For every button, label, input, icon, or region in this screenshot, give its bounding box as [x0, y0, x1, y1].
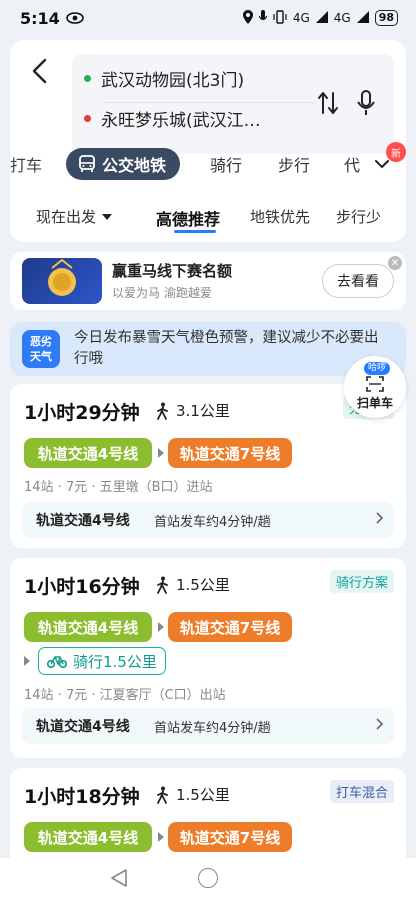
nav-home-button[interactable]: [198, 868, 218, 888]
chevron-right-icon: [376, 512, 384, 528]
metro-line-4-pill: 轨道交通4号线: [24, 438, 152, 468]
promo-title: 赢重马线下赛名额: [112, 262, 233, 280]
depart-time-label: 现在出发: [36, 208, 97, 226]
departure-frequency: 首站发车约4分钟/趟: [154, 720, 271, 736]
weather-warning-text: 今日发布暴雪天气橙色预警，建议减少不必要出行哦: [74, 330, 379, 367]
route-meta: 14站 · 7元 · 江夏客厅（C口）出站: [24, 688, 226, 703]
scan-bike-label: 扫单车: [356, 396, 393, 410]
battery-indicator: 98: [374, 10, 398, 26]
status-time: 5:14: [20, 8, 60, 28]
travel-mode-tabs: 打车 公交地铁 骑行 步行 代 新: [10, 142, 406, 184]
back-button[interactable]: [24, 56, 54, 86]
new-badge: 新: [386, 142, 406, 162]
route-divider: [102, 102, 316, 103]
route-input-box: 武汉动物园(北3门) 永旺梦乐城(武汉江…: [72, 54, 394, 154]
signal-4g-label-2: 4G: [333, 11, 351, 25]
route-walk-distance: 1.5公里: [156, 574, 230, 595]
tab-transit[interactable]: 公交地铁: [66, 148, 181, 180]
signal-icon-1: [315, 10, 328, 26]
tab-bike[interactable]: 骑行: [210, 148, 242, 180]
bicycle-icon: [47, 656, 67, 668]
caret-down-icon: [102, 213, 113, 220]
tab-transit-label: 公交地铁: [102, 156, 167, 175]
depart-time-selector[interactable]: 现在出发: [36, 206, 113, 227]
route-planner-card: 武汉动物园(北3门) 永旺梦乐城(武汉江… 打车 公交地铁 骑行 步行 代 新 …: [10, 40, 406, 242]
preference-tabs: 现在出发 高德推荐 地铁优先 步行少: [10, 200, 406, 234]
departure-info-row[interactable]: 轨道交通4号线 首站发车约4分钟/趟: [22, 502, 394, 538]
transfer-arrow-icon: [158, 832, 164, 842]
bus-icon: [79, 155, 95, 172]
promo-view-button[interactable]: 去看看: [322, 264, 394, 298]
walk-icon: [157, 786, 168, 804]
voice-input-button[interactable]: [352, 88, 380, 118]
bad-weather-icon: 恶劣 天气: [22, 330, 60, 368]
transfer-arrow-icon: [158, 448, 164, 458]
scan-icon: [366, 376, 384, 395]
close-icon[interactable]: ✕: [388, 256, 402, 270]
swap-arrows-icon: [318, 92, 338, 114]
route-duration: 1小时16分钟: [24, 576, 140, 598]
route-option-2[interactable]: 1小时16分钟 1.5公里 骑行方案 轨道交通4号线 轨道交通7号线 骑行1.5…: [10, 558, 406, 758]
origin-dot-icon: [84, 75, 91, 82]
vibrate-icon: [273, 9, 287, 27]
status-bar: 5:14 4G 4G 98: [0, 0, 416, 36]
route-option-3[interactable]: 1小时18分钟 1.5公里 打车混合 轨道交通4号线 轨道交通7号线: [10, 768, 406, 858]
destination-dot-icon: [84, 115, 91, 122]
nav-back-button[interactable]: [110, 868, 128, 892]
walk-icon: [157, 402, 168, 420]
origin-text: 武汉动物园(北3门): [101, 71, 245, 91]
departure-line: 轨道交通4号线: [36, 513, 130, 529]
route-meta: 14站 · 7元 · 五里墩（B口）进站: [24, 480, 213, 495]
destination-field[interactable]: 永旺梦乐城(武汉江…: [84, 106, 261, 131]
route-duration: 1小时29分钟: [24, 402, 140, 424]
pref-less-walk[interactable]: 步行少: [336, 206, 381, 227]
pref-subway-first[interactable]: 地铁优先: [250, 206, 310, 227]
eye-icon: [65, 9, 84, 28]
promo-thumbnail: [22, 258, 102, 304]
departure-info-row[interactable]: 轨道交通4号线 首站发车约4分钟/趟: [22, 708, 394, 744]
bike-segment-pill: 骑行1.5公里: [38, 647, 166, 675]
signal-4g-label-1: 4G: [292, 11, 310, 25]
signal-icon-2: [356, 10, 369, 26]
location-icon: [242, 9, 253, 27]
triangle-back-icon: [111, 869, 127, 887]
promo-subtitle: 以爱为马 渝跑越爱: [112, 286, 212, 300]
microphone-icon: [357, 90, 375, 115]
hellobike-badge: 哈啰: [364, 362, 391, 375]
tab-walk[interactable]: 步行: [278, 148, 310, 180]
route-tag: 打车混合: [329, 780, 394, 803]
route-walk-distance: 1.5公里: [156, 784, 230, 805]
metro-line-7-pill: 轨道交通7号线: [168, 612, 292, 642]
metro-line-7-pill: 轨道交通7号线: [168, 438, 292, 468]
mic-status-icon: [258, 9, 268, 27]
weather-warning-banner: 恶劣 天气 今日发布暴雪天气橙色预警，建议减少不必要出行哦: [10, 322, 406, 376]
route-tag: 骑行方案: [329, 570, 394, 593]
route-walk-distance: 3.1公里: [156, 400, 230, 421]
route-duration: 1小时18分钟: [24, 786, 140, 808]
metro-line-7-pill: 轨道交通7号线: [168, 822, 292, 852]
departure-line: 轨道交通4号线: [36, 719, 130, 735]
destination-text: 永旺梦乐城(武汉江…: [101, 111, 261, 131]
departure-frequency: 首站发车约4分钟/趟: [154, 514, 271, 530]
transfer-arrow-icon: [24, 656, 30, 666]
pref-recommend[interactable]: 高德推荐: [156, 206, 220, 230]
chevron-left-icon: [32, 58, 47, 84]
tab-designated-driver[interactable]: 代: [344, 148, 360, 180]
origin-field[interactable]: 武汉动物园(北3门): [84, 66, 244, 91]
system-nav-bar: [0, 858, 416, 900]
chevron-down-icon: [375, 160, 389, 169]
swap-route-button[interactable]: [314, 88, 342, 118]
metro-line-4-pill: 轨道交通4号线: [24, 822, 152, 852]
scan-bike-button[interactable]: 哈啰 扫单车: [344, 356, 406, 418]
walk-icon: [157, 576, 168, 594]
tab-taxi[interactable]: 打车: [10, 148, 42, 180]
promo-banner[interactable]: 赢重马线下赛名额 以爱为马 渝跑越爱 去看看 ✕: [10, 252, 406, 310]
transfer-arrow-icon: [158, 622, 164, 632]
pref-active-underline: [174, 230, 216, 233]
chevron-right-icon: [376, 718, 384, 734]
metro-line-4-pill: 轨道交通4号线: [24, 612, 152, 642]
